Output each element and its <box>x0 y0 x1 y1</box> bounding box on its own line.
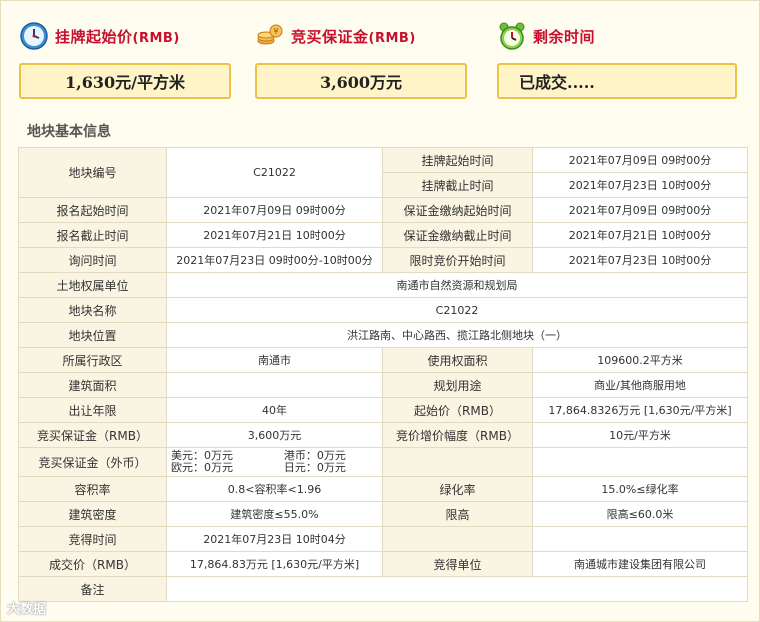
table-row: 询问时间 2021年07月23日 09时00分-10时00分 限时竞价开始时间 … <box>18 247 748 273</box>
table-value: 南通市自然资源和规划局 <box>166 272 748 298</box>
table-value: 2021年07月21日 10时00分 <box>166 222 383 248</box>
svg-text:¥: ¥ <box>273 27 278 36</box>
table-label: 土地权属单位 <box>18 272 167 298</box>
table-value: C21022 <box>166 147 383 198</box>
table-label: 建筑面积 <box>18 372 167 398</box>
deposit-value: 3,600万元 <box>255 63 467 99</box>
table-row: 备注 <box>18 576 748 602</box>
remaining-time-value: 已成交..... <box>497 63 737 99</box>
remaining-time-title: 剩余时间 <box>533 27 596 46</box>
table-value: 0.8<容积率<1.96 <box>166 476 383 502</box>
table-label: 竞价增价幅度（RMB） <box>382 422 533 448</box>
table-row: 竞买保证金（RMB） 3,600万元 竞价增价幅度（RMB） 10元/平方米 <box>18 422 748 448</box>
table-value: 洪江路南、中心路西、揽江路北侧地块（一） <box>166 322 748 348</box>
table-row: 地块编号 C21022 挂牌起始时间 2021年07月09日 09时00分 <box>18 147 748 198</box>
table-label: 成交价（RMB） <box>18 551 167 577</box>
table-label: 限时竞价开始时间 <box>382 247 533 273</box>
start-price-card: 挂牌起始价(RMB) 1,630元/平方米 <box>19 17 231 99</box>
deposit-card: ¥ 竞买保证金(RMB) 3,600万元 <box>255 17 467 99</box>
deposit-jpy: 日元：0万元 <box>283 461 346 474</box>
table-value: 3,600万元 <box>166 422 383 448</box>
table-label: 出让年限 <box>18 397 167 423</box>
table-label: 保证金缴纳截止时间 <box>382 222 533 248</box>
table-value: 10元/平方米 <box>532 422 748 448</box>
table-label: 询问时间 <box>18 247 167 273</box>
coins-icon: ¥ <box>257 24 283 45</box>
table-value: 2021年07月23日 10时04分 <box>166 526 383 552</box>
table-label: 建筑密度 <box>18 501 167 527</box>
remaining-time-card: 剩余时间 已成交..... <box>497 17 737 99</box>
table-value: 2021年07月21日 10时00分 <box>532 222 748 248</box>
table-value: 建筑密度≤55.0% <box>166 501 383 527</box>
clock-icon <box>20 22 48 50</box>
table-label: 挂牌截止时间 <box>382 172 533 198</box>
table-value: 17,864.83万元 [1,630元/平方米] <box>166 551 383 577</box>
table-label: 挂牌起始时间 <box>382 147 533 173</box>
start-price-title: 挂牌起始价(RMB) <box>55 27 180 46</box>
table-value: 2021年07月09日 09时00分 <box>532 197 748 223</box>
land-info-page: 挂牌起始价(RMB) 1,630元/平方米 ¥ 竞买保证金(RMB) 3,600… <box>0 0 760 622</box>
table-row: 土地权属单位 南通市自然资源和规划局 <box>18 272 748 298</box>
table-row: 所属行政区 南通市 使用权面积 109600.2平方米 <box>18 347 748 373</box>
table-row: 地块名称 C21022 <box>18 297 748 323</box>
table-value <box>166 576 748 602</box>
table-label: 绿化率 <box>382 476 533 502</box>
table-label: 地块编号 <box>18 147 167 198</box>
table-label: 限高 <box>382 501 533 527</box>
table-value: 109600.2平方米 <box>532 347 748 373</box>
table-value: 40年 <box>166 397 383 423</box>
table-value <box>166 372 383 398</box>
section-title: 地块基本信息 <box>27 124 111 140</box>
table-label: 使用权面积 <box>382 347 533 373</box>
table-value: C21022 <box>166 297 748 323</box>
table-row: 出让年限 40年 起始价（RMB） 17,864.8326万元 [1,630元/… <box>18 397 748 423</box>
table-value: 2021年07月09日 09时00分 <box>166 197 383 223</box>
table-label: 所属行政区 <box>18 347 167 373</box>
start-price-value: 1,630元/平方米 <box>19 63 231 99</box>
table-label: 竞买保证金（RMB） <box>18 422 167 448</box>
table-value: 2021年07月23日 10时00分 <box>532 172 748 198</box>
table-value: 2021年07月09日 09时00分 <box>532 147 748 173</box>
deposit-title: 竞买保证金(RMB) <box>291 27 416 46</box>
table-value: 2021年07月23日 10时00分 <box>532 247 748 273</box>
table-row: 报名截止时间 2021年07月21日 10时00分 保证金缴纳截止时间 2021… <box>18 222 748 248</box>
table-row: 成交价（RMB） 17,864.83万元 [1,630元/平方米] 竞得单位 南… <box>18 551 748 577</box>
table-label: 地块名称 <box>18 297 167 323</box>
table-label: 竞得单位 <box>382 551 533 577</box>
table-value: 2021年07月23日 09时00分-10时00分 <box>166 247 383 273</box>
table-label: 起始价（RMB） <box>382 397 533 423</box>
table-label: 报名截止时间 <box>18 222 167 248</box>
table-value: 17,864.8326万元 [1,630元/平方米] <box>532 397 748 423</box>
land-info-table: 地块编号 C21022 挂牌起始时间 2021年07月09日 09时00分 挂牌… <box>18 147 748 602</box>
table-label: 容积率 <box>18 476 167 502</box>
table-label: 规划用途 <box>382 372 533 398</box>
table-row: 容积率 0.8<容积率<1.96 绿化率 15.0%≤绿化率 <box>18 476 748 502</box>
table-value: 南通城市建设集团有限公司 <box>532 551 748 577</box>
table-row: 竞得时间 2021年07月23日 10时04分 <box>18 526 748 552</box>
table-label: 竞买保证金（外币） <box>18 447 167 477</box>
table-value <box>532 526 748 552</box>
table-row: 建筑面积 规划用途 商业/其他商服用地 <box>18 372 748 398</box>
table-row: 建筑密度 建筑密度≤55.0% 限高 限高≤60.0米 <box>18 501 748 527</box>
table-value: 限高≤60.0米 <box>532 501 748 527</box>
table-value: 商业/其他商服用地 <box>532 372 748 398</box>
table-row: 报名起始时间 2021年07月09日 09时00分 保证金缴纳起始时间 2021… <box>18 197 748 223</box>
table-label: 报名起始时间 <box>18 197 167 223</box>
table-label: 保证金缴纳起始时间 <box>382 197 533 223</box>
table-label: 竞得时间 <box>18 526 167 552</box>
alarm-clock-icon <box>499 22 525 50</box>
foreign-deposit-values: 美元：0万元 欧元：0万元 港币：0万元 日元：0万元 <box>166 447 383 477</box>
deposit-eur: 欧元：0万元 <box>171 461 233 474</box>
watermark: 大数据 <box>7 597 97 617</box>
summary-bar: 挂牌起始价(RMB) 1,630元/平方米 ¥ 竞买保证金(RMB) 3,600… <box>19 17 749 109</box>
table-value: 15.0%≤绿化率 <box>532 476 748 502</box>
table-label <box>382 526 533 552</box>
table-label: 地块位置 <box>18 322 167 348</box>
table-row: 地块位置 洪江路南、中心路西、揽江路北侧地块（一） <box>18 322 748 348</box>
table-label <box>382 447 533 477</box>
table-row: 竞买保证金（外币） 美元：0万元 欧元：0万元 港币：0万元 日元：0万元 <box>18 447 748 477</box>
table-value: 南通市 <box>166 347 383 373</box>
table-value <box>532 447 748 477</box>
watermark-text: 大数据 <box>7 601 47 617</box>
